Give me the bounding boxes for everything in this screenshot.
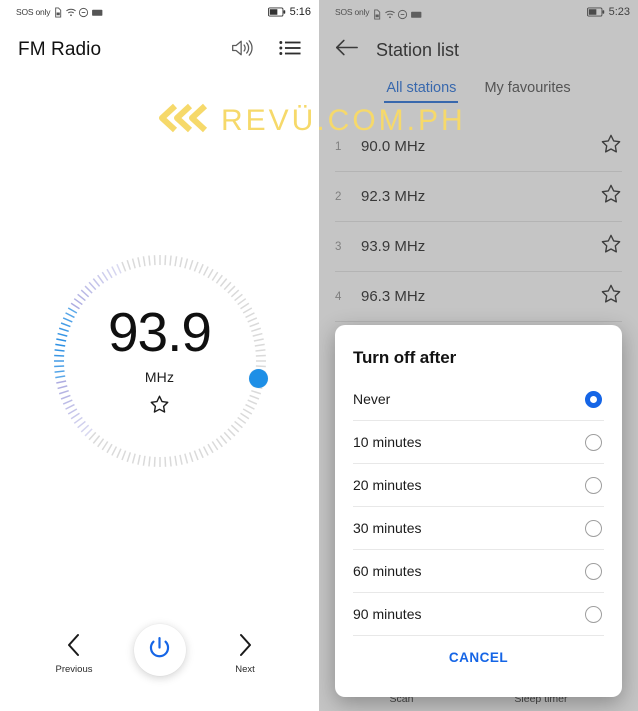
radio-button[interactable] <box>585 519 602 537</box>
wifi-icon <box>65 7 77 18</box>
status-bar-right-left-phone: 5:16 <box>267 6 311 18</box>
option-label: 10 minutes <box>353 434 422 450</box>
option-30-minutes[interactable]: 30 minutes <box>353 507 604 550</box>
power-button[interactable] <box>130 624 190 682</box>
frequency-value: 93.9 <box>107 300 212 363</box>
app-bar-left: FM Radio <box>0 24 319 76</box>
battery-icon <box>267 7 286 17</box>
dial-readout: 93.9 MHz <box>51 252 269 470</box>
playback-controls: Previous Next <box>0 609 319 697</box>
chevron-left-icon <box>65 632 83 663</box>
station-list-screen: SOS only 5:23 Station list All stations … <box>319 0 638 711</box>
clock-label: 5:16 <box>289 6 311 18</box>
option-label: 90 minutes <box>353 606 422 622</box>
frequency-unit: MHz <box>144 368 175 385</box>
power-icon <box>147 635 172 665</box>
station-list-icon[interactable] <box>279 39 301 62</box>
turn-off-after-dialog: Turn off after Never 10 minutes 20 minut… <box>335 325 622 697</box>
option-label: Never <box>353 391 391 407</box>
option-90-minutes[interactable]: 90 minutes <box>353 593 604 636</box>
option-20-minutes[interactable]: 20 minutes <box>353 464 604 507</box>
page-title: FM Radio <box>18 39 102 60</box>
next-label: Next <box>235 663 255 675</box>
option-label: 20 minutes <box>353 477 422 493</box>
radio-button[interactable] <box>585 562 602 580</box>
no-sound-icon <box>78 7 89 18</box>
previous-label: Previous <box>55 663 93 675</box>
carrier-label: SOS only <box>16 7 51 17</box>
option-never[interactable]: Never <box>353 378 604 421</box>
previous-station-button[interactable]: Previous <box>46 632 102 675</box>
next-station-button[interactable]: Next <box>217 632 273 675</box>
star-outline-icon[interactable] <box>149 394 170 420</box>
radio-button[interactable] <box>585 605 602 623</box>
power-button-circle[interactable] <box>133 624 186 676</box>
app-bar-actions <box>231 38 301 63</box>
sim-card-icon <box>52 6 63 18</box>
fm-radio-player-screen: SOS only 5:16 FM Radio 93.9 MHz Previous… <box>0 0 319 711</box>
radio-button[interactable] <box>585 433 602 451</box>
option-label: 30 minutes <box>353 520 422 536</box>
speaker-icon[interactable] <box>231 38 253 63</box>
radio-button-selected[interactable] <box>585 390 602 408</box>
status-bar-left: SOS only 5:16 <box>0 0 319 24</box>
option-10-minutes[interactable]: 10 minutes <box>353 421 604 464</box>
dial-knob[interactable] <box>249 369 269 389</box>
battery-saver-icon <box>91 7 103 18</box>
status-bar-left-icons: SOS only <box>8 6 268 18</box>
dialog-title: Turn off after <box>353 348 457 367</box>
chevron-right-icon <box>236 632 254 663</box>
screenshot-root: SOS only 5:16 FM Radio 93.9 MHz Previous… <box>0 0 638 711</box>
cancel-button[interactable]: CANCEL <box>449 650 508 665</box>
radio-button[interactable] <box>585 476 602 494</box>
option-60-minutes[interactable]: 60 minutes <box>353 550 604 593</box>
frequency-dial[interactable]: 93.9 MHz <box>51 252 269 470</box>
option-label: 60 minutes <box>353 563 422 579</box>
dialog-footer: CANCEL <box>353 636 604 675</box>
